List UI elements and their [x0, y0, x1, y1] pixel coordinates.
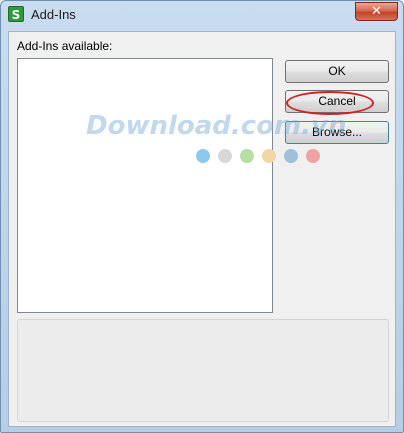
watermark-text: Download.com.vn: [86, 111, 347, 141]
add-ins-list[interactable]: [17, 58, 273, 313]
watermark-dot: [196, 149, 210, 163]
add-ins-dialog: S Add-Ins ✕ Add-Ins available: OK Cancel…: [0, 0, 404, 433]
app-icon: S: [8, 6, 24, 22]
watermark-dot: [262, 149, 276, 163]
ok-button[interactable]: OK: [285, 60, 389, 83]
watermark-dot: [306, 149, 320, 163]
close-button[interactable]: ✕: [355, 2, 398, 21]
watermark-dot: [284, 149, 298, 163]
description-panel: [17, 319, 389, 422]
add-ins-available-label: Add-Ins available:: [17, 39, 113, 53]
window-title: Add-Ins: [31, 7, 76, 22]
watermark-dot: [240, 149, 254, 163]
title-bar[interactable]: S Add-Ins ✕: [1, 1, 403, 29]
dialog-body: Add-Ins available: OK Cancel Browse...: [8, 31, 396, 427]
close-icon: ✕: [371, 4, 382, 19]
cancel-button[interactable]: Cancel: [285, 90, 389, 113]
watermark-dot: [218, 149, 232, 163]
